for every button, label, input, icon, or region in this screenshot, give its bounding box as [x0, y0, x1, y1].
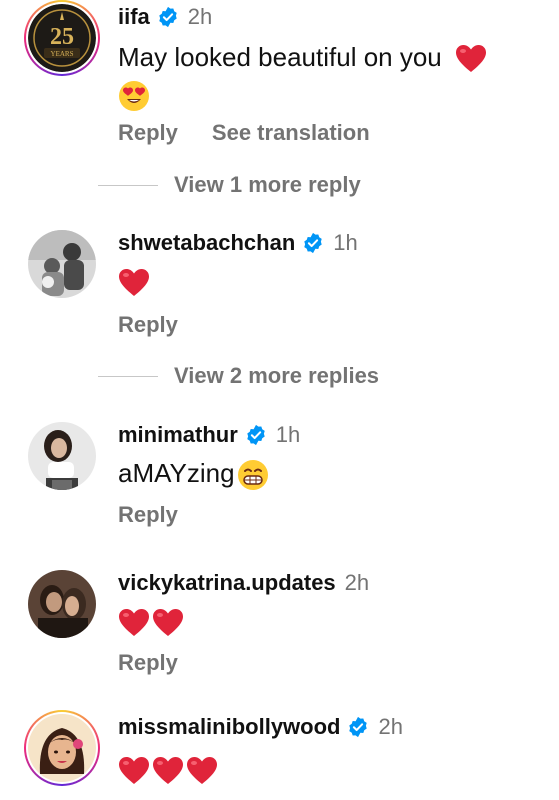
comment-text [118, 266, 150, 298]
reply-button[interactable]: Reply [118, 312, 178, 338]
avatar-shwetabachchan[interactable] [28, 230, 96, 298]
shwetabachchan-photo-image [28, 230, 96, 298]
view-more-replies-button[interactable]: View 2 more replies [98, 363, 379, 389]
avatar-missmalinibollywood[interactable] [28, 714, 96, 782]
verified-badge-icon [159, 6, 177, 28]
divider-line [98, 184, 158, 186]
comment-time: 2h [187, 4, 213, 29]
comment-time: 2h [344, 570, 370, 595]
avatar-iifa[interactable]: 25 YEARS [28, 4, 96, 72]
reply-button[interactable]: Reply [118, 502, 178, 528]
username[interactable]: iifa [118, 4, 150, 30]
verified-badge-icon [247, 424, 265, 446]
red-heart-emoji-icon [187, 757, 217, 785]
comment-actions: Reply [118, 650, 178, 676]
comment-header: vickykatrina.updates 2h [118, 570, 369, 596]
vickykatrina-photo-image [28, 570, 96, 638]
comment-text [118, 754, 218, 786]
heart-eyes-face-emoji-icon [119, 81, 149, 111]
comment-time: 1h [333, 230, 358, 255]
comment-header: minimathur 1h [118, 422, 300, 448]
comment-text-content: aMAYzing [118, 458, 235, 488]
comment-time: 2h [378, 714, 403, 739]
red-heart-emoji-icon [153, 757, 183, 785]
reply-button[interactable]: Reply [118, 650, 178, 676]
iifa-logo-image: 25 YEARS [28, 4, 96, 72]
red-heart-emoji-icon [119, 609, 149, 637]
red-heart-emoji-icon [119, 757, 149, 785]
comment-time: 1h [275, 422, 301, 447]
grinning-face-emoji-icon [237, 460, 268, 491]
comment-header: missmalinibollywood 2h [118, 714, 403, 740]
comment-actions: Reply [118, 502, 178, 528]
verified-badge-icon [304, 232, 322, 254]
avatar-vickykatrina-updates[interactable] [28, 570, 96, 638]
comment-actions: Reply [118, 312, 178, 338]
red-heart-emoji-icon [119, 269, 149, 297]
avatar-minimathur[interactable] [28, 422, 96, 490]
username[interactable]: minimathur [118, 422, 238, 448]
comment-header: shwetabachchan 1h [118, 230, 358, 256]
comment-emoji-line [118, 80, 150, 112]
comment-text-content: May looked beautiful on you [118, 42, 442, 72]
comment-text: aMAYzing [118, 458, 269, 491]
comment-text [118, 606, 184, 638]
iifa-logo-number: 25 [50, 24, 74, 50]
reply-button[interactable]: Reply [118, 120, 178, 146]
view-more-replies-label: View 2 more replies [174, 363, 380, 388]
comment-text: May looked beautiful on you [118, 42, 487, 74]
see-translation-button[interactable]: See translation [212, 120, 370, 146]
view-more-replies-label: View 1 more reply [174, 172, 361, 197]
verified-badge-icon [349, 716, 368, 738]
comment-header: iifa 2h [118, 4, 212, 30]
view-more-replies-button[interactable]: View 1 more reply [98, 172, 361, 198]
comment-actions: Reply See translation [118, 120, 370, 146]
iifa-logo-years: YEARS [51, 50, 74, 58]
red-heart-emoji-icon [153, 609, 183, 637]
divider-line [98, 375, 158, 377]
username[interactable]: missmalinibollywood [118, 714, 340, 740]
missmalini-illustration-image [28, 714, 96, 782]
username[interactable]: shwetabachchan [118, 230, 295, 256]
minimathur-photo-image [28, 422, 96, 490]
username[interactable]: vickykatrina.updates [118, 570, 336, 596]
red-heart-emoji-icon [456, 45, 487, 73]
